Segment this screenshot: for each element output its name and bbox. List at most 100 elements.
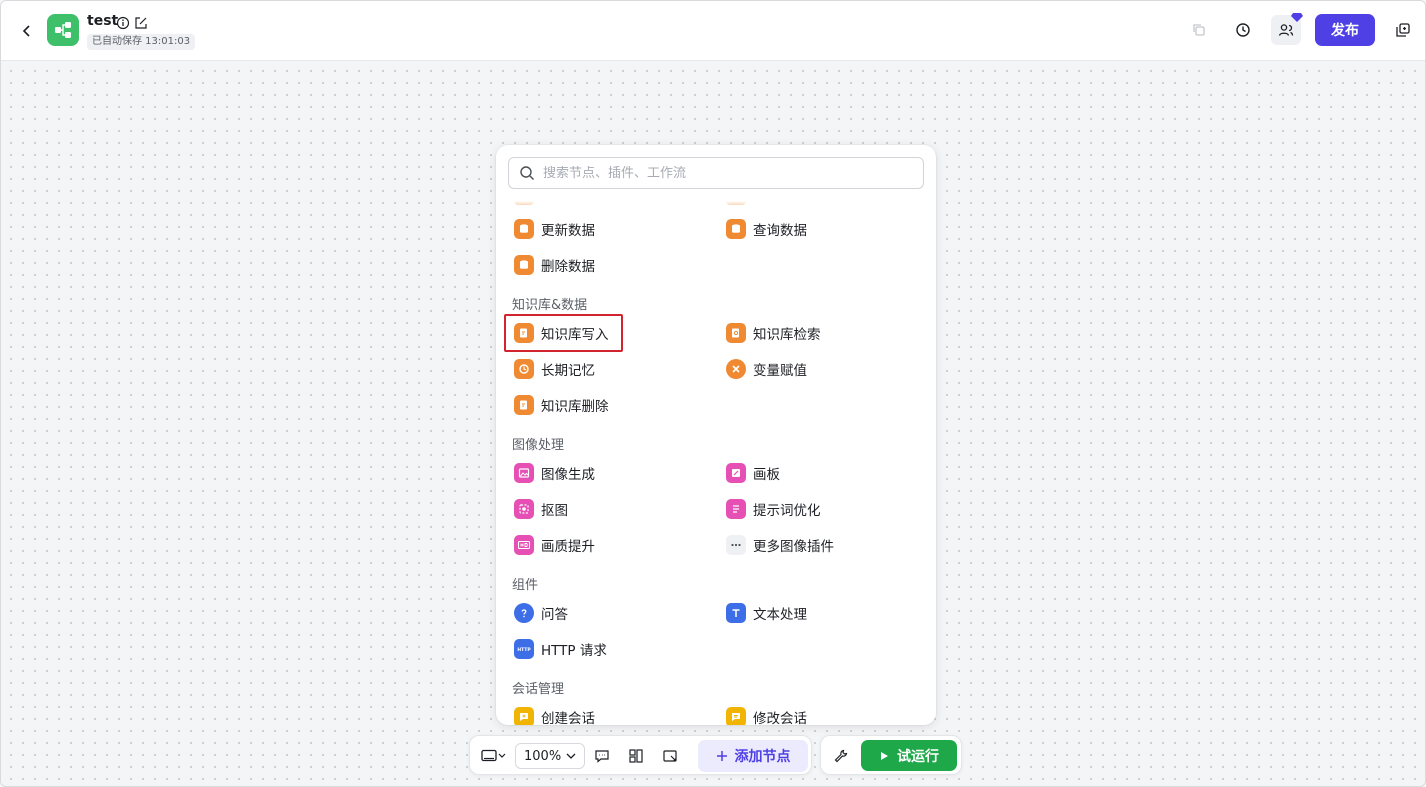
node-http-request[interactable]: HTTP HTTP 请求 [514,635,607,663]
interaction-mode-dropdown[interactable] [478,744,510,768]
node-label: 查询数据 [753,223,807,239]
autosave-status: 已自动保存 13:01:03 [87,34,196,50]
fullscreen-icon[interactable] [1388,15,1418,45]
node-image-enhance[interactable]: 画质提升 [514,531,595,559]
node-query-data[interactable]: 查询数据 [726,215,807,243]
node-label: 文本处理 [753,607,807,623]
collaborators-button[interactable] [1271,13,1303,45]
publish-button[interactable]: 发布 [1315,14,1375,46]
section-title-conversation: 会话管理 [512,682,565,697]
layout-icon[interactable] [624,744,648,768]
canvas-icon [726,463,746,483]
test-run-button[interactable]: 试运行 [861,740,957,771]
node-label: 画质提升 [541,539,595,555]
memory-icon [514,359,534,379]
edit-icon[interactable] [134,15,148,29]
node-label: 修改会话 [753,711,807,725]
search-field[interactable] [508,157,924,189]
database-update-icon [514,219,534,239]
canvas-toolbar: 100% 添加节点 [469,735,812,775]
run-toolbar: 试运行 [820,735,962,775]
node-prompt-optimize[interactable]: 提示词优化 [726,495,821,523]
node-image-generate[interactable]: 图像生成 [514,459,595,487]
node-delete-data[interactable]: 删除数据 [514,251,595,279]
database-delete-icon [514,255,534,275]
node-label: 画板 [753,467,780,483]
premium-diamond-icon [1291,13,1303,22]
node-variable-assign[interactable]: 变量赋值 [726,355,807,383]
node-long-term-memory[interactable]: 长期记忆 [514,355,595,383]
node-edit-conversation[interactable]: 修改会话 [726,703,807,725]
section-title-knowledge: 知识库&数据 [512,298,588,313]
add-node-label: 添加节点 [734,749,791,765]
more-icon [726,535,746,555]
node-label: 知识库删除 [541,399,609,415]
node-label: 知识库检索 [753,327,821,343]
workflow-canvas[interactable]: test 已自动保存 13:01:03 发布 搜索节点、插件、工作流 更新数据 … [0,0,1426,787]
add-node-button[interactable]: 添加节点 [698,740,808,772]
node-qa[interactable]: 问答 [514,599,568,627]
node-label: 长期记忆 [541,363,595,379]
prompt-optimize-icon [726,499,746,519]
scroll-fade [496,201,936,213]
node-label: 图像生成 [541,467,595,483]
search-input[interactable] [543,165,903,181]
node-canvas[interactable]: 画板 [726,459,780,487]
knowledge-write-icon [514,323,534,343]
node-label: 更多图像插件 [753,539,834,555]
image-generate-icon [514,463,534,483]
node-knowledge-write[interactable]: 知识库写入 [514,319,609,347]
node-label: 问答 [541,607,568,623]
top-header: test 已自动保存 13:01:03 发布 [1,1,1425,61]
history-icon[interactable] [1228,15,1258,45]
node-more-image-plugins[interactable]: 更多图像插件 [726,531,834,559]
plus-icon [716,751,727,761]
node-cutout[interactable]: 抠图 [514,495,568,523]
run-label: 试运行 [897,748,939,765]
node-label: 更新数据 [541,223,595,239]
info-icon[interactable] [116,15,130,30]
play-icon [881,751,888,760]
node-label: HTTP 请求 [541,643,607,659]
node-create-conversation[interactable]: 创建会话 [514,703,595,725]
zoom-value: 100% [524,748,562,764]
question-icon [514,603,534,623]
chevron-down-icon [566,753,576,759]
hd-icon [514,535,534,555]
node-knowledge-search[interactable]: 知识库检索 [726,319,821,347]
comment-icon[interactable] [590,744,614,768]
laptop-icon [481,749,506,762]
node-label: 知识库写入 [541,327,609,343]
database-query-icon [726,219,746,239]
node-update-data[interactable]: 更新数据 [514,215,595,243]
wrench-icon[interactable] [829,744,853,768]
text-process-icon [726,603,746,623]
svg-text:HTTP: HTTP [517,647,531,653]
node-knowledge-delete[interactable]: 知识库删除 [514,391,609,419]
section-title-image: 图像处理 [512,438,565,453]
http-icon: HTTP [514,639,534,659]
workflow-logo-icon [47,14,79,46]
node-label: 提示词优化 [753,503,821,519]
variable-icon [726,359,746,379]
copy-icon[interactable] [1184,15,1214,45]
users-icon [1278,24,1294,36]
node-label: 抠图 [541,503,568,519]
minimap-icon[interactable] [658,744,682,768]
create-chat-icon [514,707,534,725]
node-list: 更新数据 查询数据 删除数据 知识库&数据 知识库写入 知识库检索 长期记忆 变… [496,201,936,725]
cutout-icon [514,499,534,519]
search-icon [520,166,534,180]
node-label: 删除数据 [541,259,595,275]
back-arrow-icon[interactable] [17,21,37,41]
knowledge-delete-icon [514,395,534,415]
edit-chat-icon [726,707,746,725]
node-label: 变量赋值 [753,363,807,379]
knowledge-search-icon [726,323,746,343]
section-title-components: 组件 [512,578,539,593]
zoom-select[interactable]: 100% [515,743,585,769]
node-text-process[interactable]: 文本处理 [726,599,807,627]
add-node-panel: 更新数据 查询数据 删除数据 知识库&数据 知识库写入 [496,145,936,725]
workflow-title: test [87,13,119,29]
node-label: 创建会话 [541,711,595,725]
